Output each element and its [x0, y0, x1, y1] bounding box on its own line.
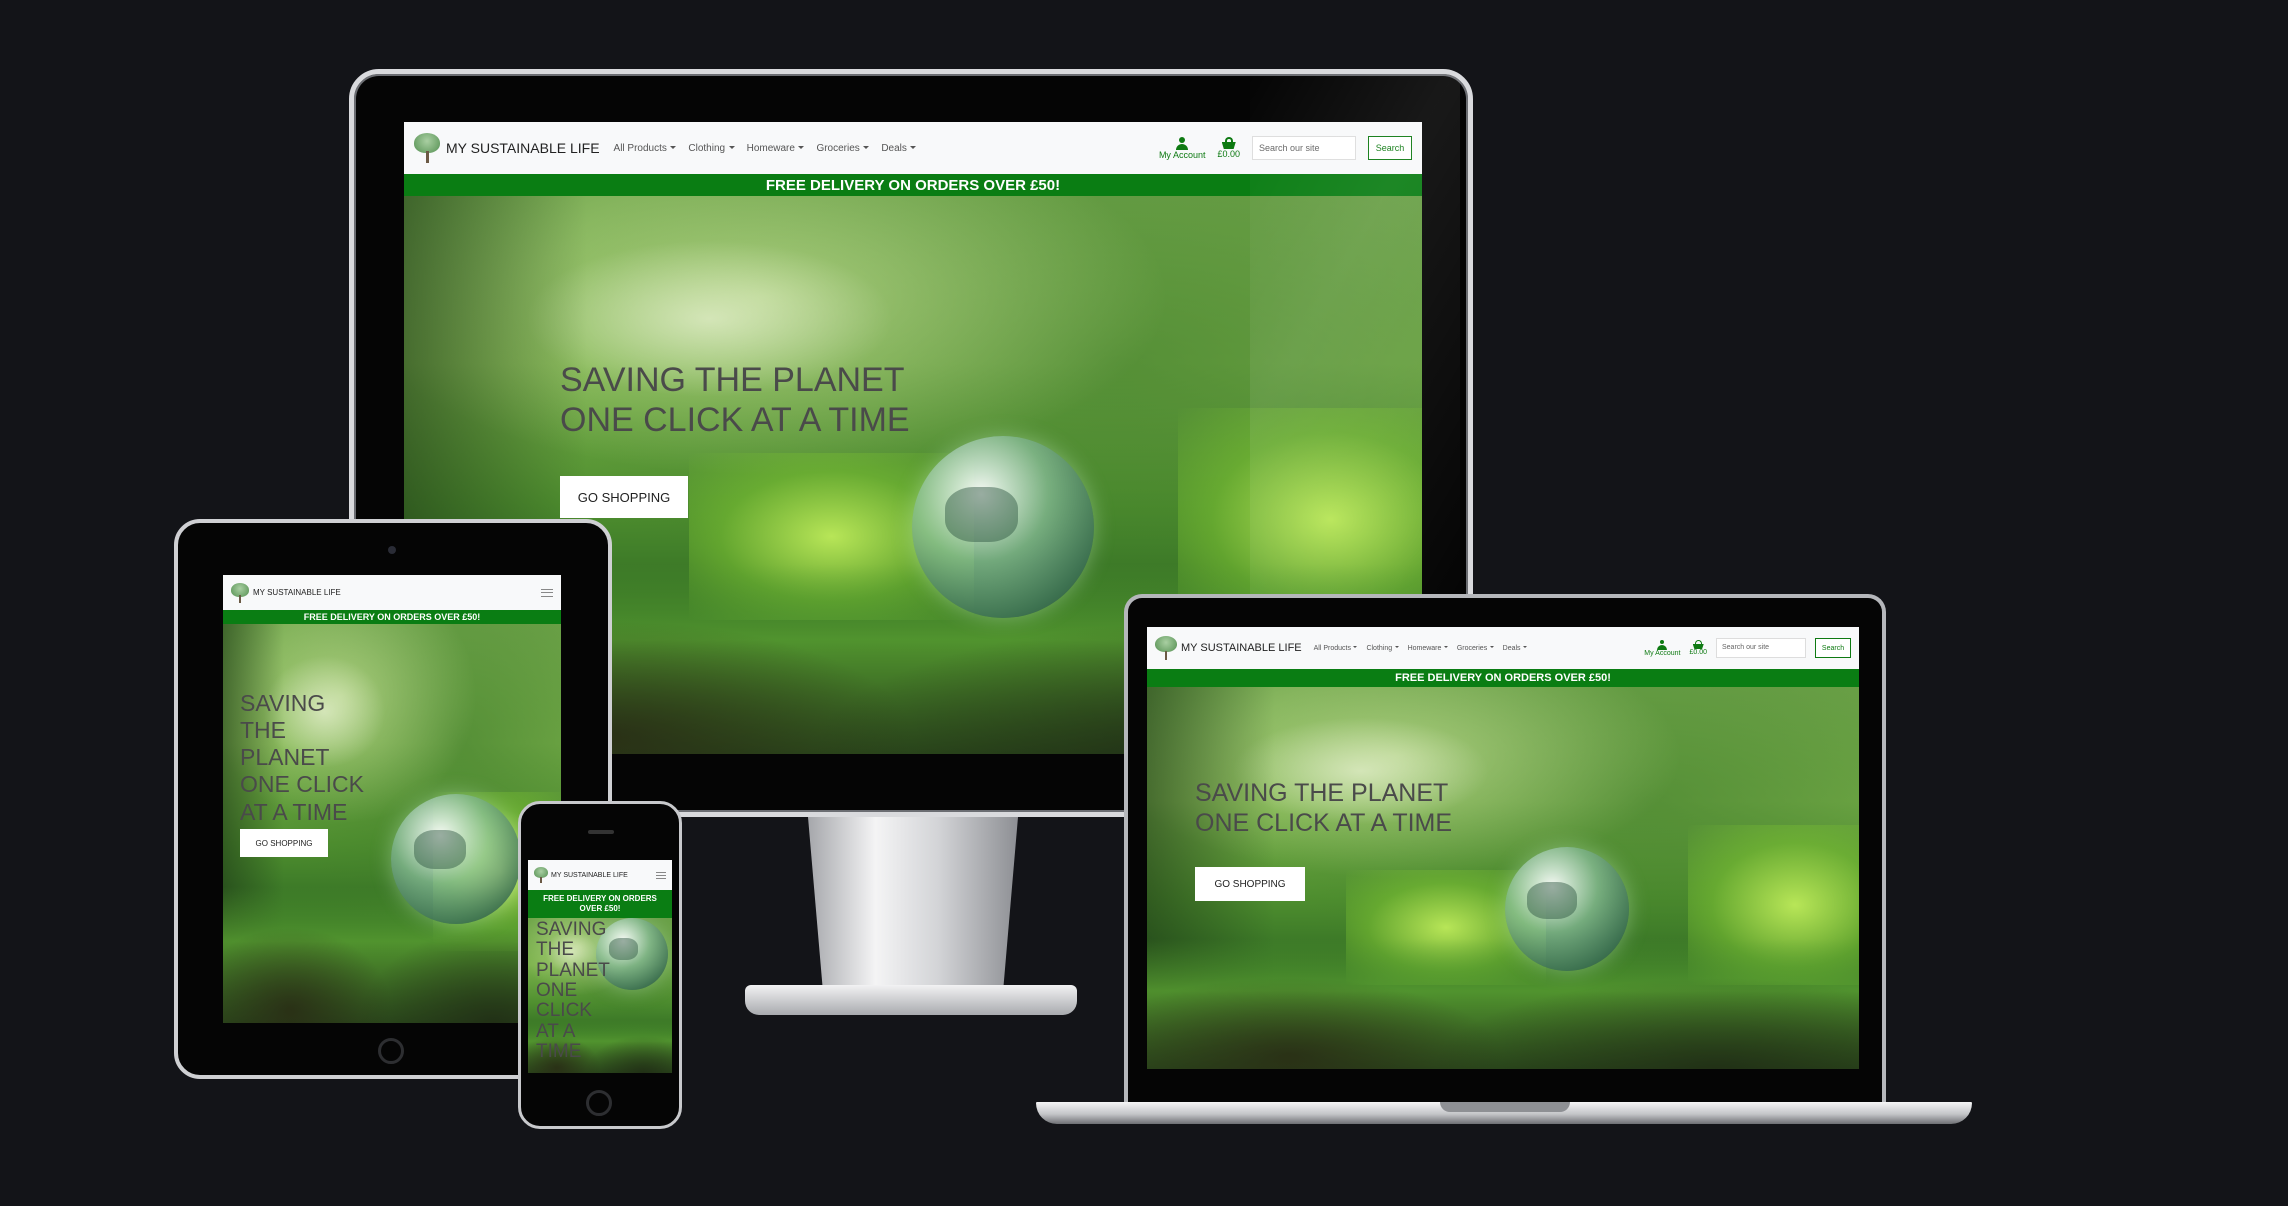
nav-groceries[interactable]: Groceries	[816, 143, 869, 154]
monitor-stand-base	[745, 985, 1077, 1015]
tree-logo-icon	[414, 133, 440, 163]
delivery-banner: FREE DELIVERY ON ORDERS OVER £50!	[1147, 669, 1859, 687]
main-nav: All Products Clothing Homeware Groceries…	[1314, 645, 1527, 652]
grass-image	[1147, 939, 1859, 1069]
hero-title: SAVING THE PLANET ONE CLICK AT A TIME	[1195, 779, 1453, 837]
hamburger-menu-icon[interactable]	[656, 871, 666, 879]
user-icon	[1176, 136, 1189, 150]
hero-section: SAVING THE PLANET ONE CLICK AT A TIME	[528, 918, 672, 1073]
nav-homeware[interactable]: Homeware	[747, 143, 805, 154]
tree-logo-icon	[534, 867, 548, 883]
nav-clothing[interactable]: Clothing	[688, 143, 734, 154]
basket-total: £0.00	[1217, 149, 1240, 159]
account-label: My Account	[1644, 649, 1681, 657]
search-button[interactable]: Search	[1815, 638, 1851, 658]
tablet-screen: MY SUSTAINABLE LIFE FREE DELIVERY ON ORD…	[223, 575, 561, 1023]
hamburger-menu-icon[interactable]	[541, 588, 553, 597]
brand-logo[interactable]: MY SUSTAINABLE LIFE	[414, 133, 600, 163]
phone-speaker	[588, 830, 614, 834]
brand-name: MY SUSTAINABLE LIFE	[446, 140, 600, 156]
brand-logo[interactable]: MY SUSTAINABLE LIFE	[1155, 636, 1302, 660]
nav-all-products[interactable]: All Products	[1314, 645, 1358, 652]
basket-total: £0.00	[1689, 649, 1707, 656]
glass-globe-image	[1505, 847, 1629, 971]
hero-title: SAVING THE PLANET ONE CLICK AT A TIME	[560, 361, 910, 440]
monitor-stand	[808, 817, 1018, 992]
brand-name: MY SUSTAINABLE LIFE	[1181, 642, 1302, 654]
account-link[interactable]: My Account	[1644, 639, 1681, 657]
nav-clothing[interactable]: Clothing	[1366, 645, 1398, 652]
brand-logo[interactable]: MY SUSTAINABLE LIFE	[231, 582, 341, 603]
tablet-camera	[388, 546, 396, 554]
tree-logo-icon	[231, 582, 249, 603]
nav-deals[interactable]: Deals	[1503, 645, 1527, 652]
grass-image	[223, 887, 561, 1023]
user-icon	[1657, 639, 1668, 650]
phone-screen: MY SUSTAINABLE LIFE FREE DELIVERY ON ORD…	[528, 860, 672, 1073]
nav-all-products[interactable]: All Products	[614, 143, 677, 154]
go-shopping-button[interactable]: GO SHOPPING	[1195, 867, 1305, 901]
basket-icon	[1221, 137, 1236, 149]
go-shopping-button[interactable]: GO SHOPPING	[560, 476, 688, 518]
tablet-home-button	[378, 1038, 404, 1064]
glass-globe-image	[391, 794, 521, 924]
hero-section: SAVING THE PLANET ONE CLICK AT A TIME GO…	[1147, 687, 1859, 1069]
brand-name: MY SUSTAINABLE LIFE	[253, 588, 341, 597]
glass-globe-image	[912, 436, 1094, 618]
hero-section: SAVING THE PLANET ONE CLICK AT A TIME GO…	[223, 624, 561, 1023]
delivery-banner: FREE DELIVERY ON ORDERS OVER £50!	[223, 610, 561, 624]
navbar: MY SUSTAINABLE LIFE All Products Clothin…	[1147, 627, 1859, 669]
basket-link[interactable]: £0.00	[1217, 137, 1240, 159]
nav-right: My Account £0.00 Search our site Search	[1644, 638, 1851, 658]
brand-logo[interactable]: MY SUSTAINABLE LIFE	[534, 867, 628, 883]
brand-name: MY SUSTAINABLE LIFE	[551, 871, 628, 879]
delivery-banner: FREE DELIVERY ON ORDERS OVER £50!	[528, 890, 672, 918]
nav-homeware[interactable]: Homeware	[1408, 645, 1448, 652]
laptop-screen: MY SUSTAINABLE LIFE All Products Clothin…	[1147, 627, 1859, 1069]
navbar: MY SUSTAINABLE LIFE	[223, 575, 561, 610]
navbar: MY SUSTAINABLE LIFE	[528, 860, 672, 890]
hero-title: SAVING THE PLANET ONE CLICK AT A TIME	[536, 919, 610, 1062]
account-link[interactable]: My Account	[1158, 136, 1206, 160]
main-nav: All Products Clothing Homeware Groceries…	[614, 143, 917, 154]
hero-title: SAVING THE PLANET ONE CLICK AT A TIME	[240, 690, 364, 825]
tree-logo-icon	[1155, 636, 1177, 660]
phone-home-button	[586, 1090, 612, 1116]
go-shopping-button[interactable]: GO SHOPPING	[240, 829, 328, 857]
nav-deals[interactable]: Deals	[881, 143, 916, 154]
basket-link[interactable]: £0.00	[1689, 640, 1707, 656]
account-label: My Account	[1158, 149, 1206, 160]
basket-icon	[1692, 640, 1704, 649]
search-input[interactable]: Search our site	[1716, 638, 1806, 658]
screen-glare	[1250, 74, 1460, 594]
laptop-notch	[1440, 1102, 1570, 1112]
nav-groceries[interactable]: Groceries	[1457, 645, 1494, 652]
